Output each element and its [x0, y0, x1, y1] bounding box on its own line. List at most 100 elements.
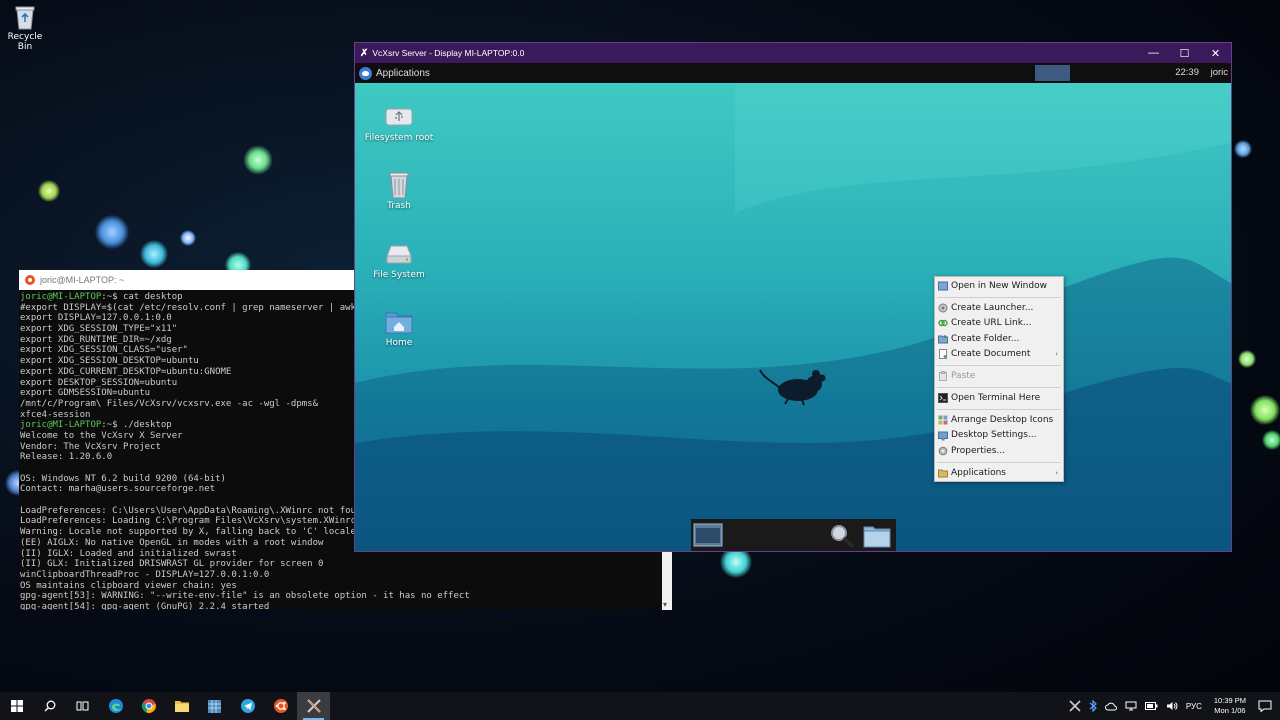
- taskbar-vcxsrv[interactable]: [297, 692, 330, 720]
- recycle-bin-icon: [14, 4, 36, 30]
- taskbar-chrome[interactable]: [132, 692, 165, 720]
- file-manager-icon[interactable]: [863, 524, 891, 548]
- ubuntu-icon: [25, 275, 35, 285]
- wallpaper-waves: [355, 83, 1231, 551]
- x-logo-icon: ✗: [360, 47, 369, 59]
- terminal-text: export XDG_RUNTIME_DIR=~/xdg: [20, 334, 172, 345]
- scroll-down-icon[interactable]: ▾: [663, 600, 667, 609]
- desktop-icon-filesystem-root[interactable]: Filesystem root: [364, 101, 434, 144]
- paste-icon: [939, 371, 947, 382]
- gear-icon: [938, 446, 948, 456]
- submenu-arrow-icon: ›: [1055, 468, 1058, 477]
- xfce-desktop[interactable]: Filesystem root Trash File System Home O…: [355, 83, 1231, 551]
- terminal-line: gpg-agent[53]: WARNING: "--write-env-fil…: [20, 591, 661, 602]
- menu-create-url-link[interactable]: Create URL Link...: [935, 315, 1063, 331]
- close-button[interactable]: ✕: [1200, 43, 1231, 63]
- telegram-icon: [240, 699, 255, 713]
- recycle-bin-label: Recycle Bin: [7, 32, 43, 52]
- desktop-settings-icon: [938, 431, 948, 441]
- start-button[interactable]: [0, 692, 33, 720]
- terminal-text: Vendor: The VcXsrv Project: [20, 441, 161, 452]
- usb-drive-icon: [384, 101, 414, 131]
- language-indicator[interactable]: РУС: [1186, 702, 1202, 711]
- windows-taskbar: РУС 10:39 PM Mon 1/06: [0, 692, 1280, 720]
- recycle-bin[interactable]: Recycle Bin: [2, 4, 48, 52]
- terminal-text: Warning: Locale not supported by X, fall…: [20, 527, 362, 538]
- terminal-scrollbar[interactable]: ▾: [662, 552, 672, 610]
- volume-icon[interactable]: [1166, 701, 1178, 711]
- terminal-line: gpg-agent[54]: gpg-agent (GnuPG) 2.2.4 s…: [20, 602, 661, 610]
- vcxsrv-window[interactable]: ✗ VcXsrv Server - Display MI-LAPTOP:0.0 …: [354, 42, 1232, 552]
- terminal-icon: [938, 393, 948, 404]
- notification-icon[interactable]: [1258, 700, 1272, 712]
- grid-app-icon: [208, 699, 221, 713]
- terminal-text: export DISPLAY=127.0.0.1:0.0: [20, 313, 172, 324]
- system-tray: РУС 10:39 PM Mon 1/06: [1065, 692, 1280, 720]
- terminal-text: OS maintains clipboard viewer chain: yes: [20, 580, 237, 591]
- terminal-text: export XDG_SESSION_CLASS="user": [20, 345, 188, 356]
- workspace-switcher[interactable]: [1035, 65, 1070, 81]
- show-desktop-icon[interactable]: [693, 523, 723, 547]
- new-document-icon: [939, 349, 947, 360]
- menu-arrange-icons[interactable]: Arrange Desktop Icons: [935, 412, 1063, 428]
- xfce-mouse-logo-icon: [759, 369, 826, 406]
- terminal-text: export XDG_SESSION_DESKTOP=ubuntu: [20, 356, 199, 367]
- taskbar-file-explorer[interactable]: [165, 692, 198, 720]
- desktop-icon-trash[interactable]: Trash: [364, 169, 434, 212]
- task-view-icon: [76, 701, 89, 711]
- terminal-text: export XDG_SESSION_TYPE="x11": [20, 324, 178, 335]
- menu-open-new-window[interactable]: Open in New Window: [935, 278, 1063, 294]
- menu-properties[interactable]: Properties...: [935, 443, 1063, 459]
- menu-create-launcher[interactable]: Create Launcher...: [935, 300, 1063, 316]
- applications-menu-button[interactable]: Applications: [355, 66, 430, 80]
- terminal-line: OS maintains clipboard viewer chain: yes: [20, 581, 661, 592]
- desktop-icon-label: Filesystem root: [364, 133, 434, 143]
- network-icon[interactable]: [1125, 701, 1137, 711]
- terminal-text: xfce4-session: [20, 409, 91, 420]
- terminal-text: (II) GLX: Initialized DRISWRAST GL provi…: [20, 559, 324, 570]
- battery-icon[interactable]: [1144, 701, 1158, 711]
- terminal-text: gpg-agent[53]: WARNING: "--write-env-fil…: [20, 591, 470, 602]
- taskbar-edge[interactable]: [99, 692, 132, 720]
- search-icon[interactable]: [829, 523, 855, 549]
- panel-user[interactable]: joric: [1211, 67, 1228, 78]
- cloud-icon[interactable]: [1104, 701, 1117, 711]
- terminal-text: :~$ ./desktop: [101, 420, 172, 431]
- minimize-button[interactable]: —: [1138, 43, 1169, 63]
- terminal-text: LoadPreferences: Loading C:\Program File…: [20, 516, 356, 527]
- menu-desktop-settings[interactable]: Desktop Settings...: [935, 428, 1063, 444]
- vcxsrv-titlebar[interactable]: ✗ VcXsrv Server - Display MI-LAPTOP:0.0 …: [355, 43, 1231, 63]
- applications-folder-icon: [938, 469, 948, 478]
- desktop-icon-label: Home: [385, 338, 413, 348]
- taskbar-telegram[interactable]: [231, 692, 264, 720]
- bluetooth-icon[interactable]: [1089, 700, 1097, 712]
- taskbar-ubuntu[interactable]: [264, 692, 297, 720]
- menu-applications[interactable]: Applications ›: [935, 465, 1063, 481]
- terminal-text: (II) IGLX: Loaded and initialized swrast: [20, 548, 237, 559]
- terminal-text: LoadPreferences: C:\Users\User\AppData\R…: [20, 505, 362, 516]
- terminal-text: /mnt/c/Program\ Files/VcXsrv/vcxsrv.exe …: [20, 398, 319, 409]
- terminal-line: winClipboardThreadProc - DISPLAY=127.0.0…: [20, 570, 661, 581]
- maximize-button[interactable]: ☐: [1169, 43, 1200, 63]
- menu-open-terminal[interactable]: Open Terminal Here: [935, 390, 1063, 406]
- arrange-icon: [938, 415, 948, 425]
- vcxsrv-x-icon: [306, 699, 321, 713]
- hard-drive-icon: [384, 238, 414, 268]
- search-button[interactable]: [33, 692, 66, 720]
- taskbar-clock[interactable]: 10:39 PM Mon 1/06: [1214, 696, 1246, 716]
- panel-clock[interactable]: 22:39: [1175, 67, 1199, 78]
- folder-icon: [174, 701, 189, 712]
- menu-create-folder[interactable]: Create Folder...: [935, 331, 1063, 347]
- desktop-icon-home[interactable]: Home: [364, 306, 434, 349]
- desktop-context-menu: Open in New Window Create Launcher... Cr…: [934, 276, 1064, 482]
- taskbar-app[interactable]: [198, 692, 231, 720]
- chrome-icon: [141, 699, 156, 713]
- terminal-text: export XDG_CURRENT_DESKTOP=ubuntu:GNOME: [20, 366, 232, 377]
- menu-create-document[interactable]: Create Document ›: [935, 346, 1063, 362]
- xfce-top-panel: Applications 22:39 joric: [355, 63, 1231, 83]
- window-icon: [938, 281, 948, 291]
- task-view-button[interactable]: [66, 692, 99, 720]
- ubuntu-icon: [273, 699, 288, 713]
- desktop-icon-file-system[interactable]: File System: [364, 238, 434, 281]
- tray-x-icon[interactable]: [1069, 700, 1081, 712]
